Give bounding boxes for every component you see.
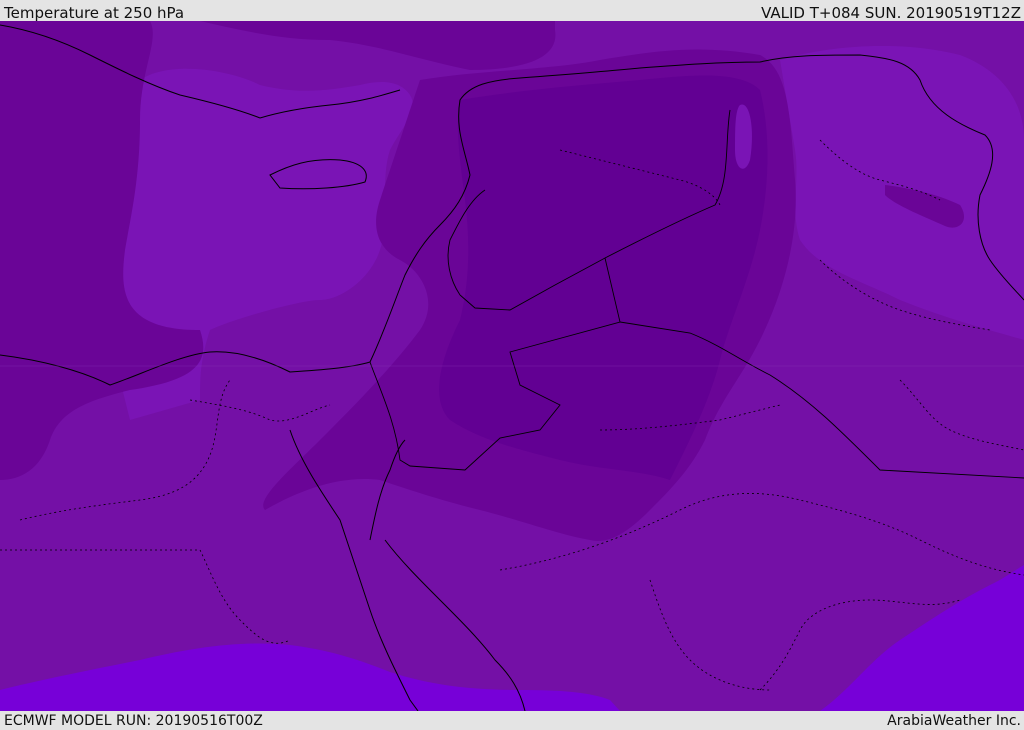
model-run: ECMWF MODEL RUN: 20190516T00Z	[4, 713, 263, 729]
footer-bar: ECMWF MODEL RUN: 20190516T00Z ArabiaWeat…	[0, 711, 1024, 729]
header-bar: Temperature at 250 hPa VALID T+084 SUN. …	[0, 3, 1024, 22]
credit: ArabiaWeather Inc.	[887, 713, 1021, 729]
temperature-map	[0, 21, 1024, 711]
valid-time: VALID T+084 SUN. 20190519T12Z	[761, 4, 1021, 22]
map-title: Temperature at 250 hPa	[4, 4, 185, 22]
lake-shape	[735, 104, 752, 169]
